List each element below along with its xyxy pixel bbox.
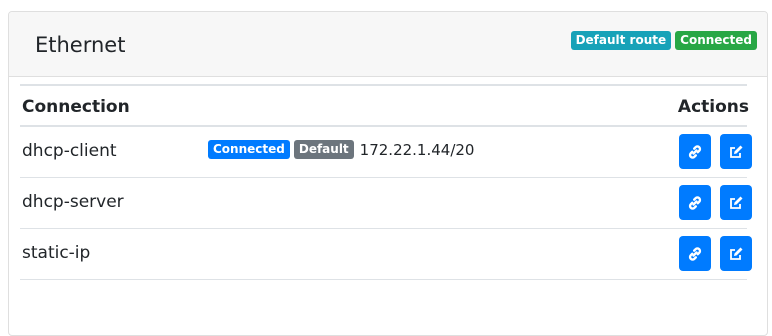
connection-name: dhcp-server — [22, 192, 124, 212]
connection-column-header: Connection — [22, 97, 130, 117]
link-icon — [687, 195, 703, 211]
connection-name: static-ip — [22, 243, 91, 263]
activate-connection-button[interactable] — [679, 185, 711, 220]
connections-table: Connection Actions dhcp-client Connected… — [20, 84, 752, 280]
connection-status: Connected Default 172.22.1.44/20 — [208, 140, 474, 159]
row-actions — [679, 185, 752, 220]
edit-connection-button[interactable] — [720, 236, 752, 271]
default-status-badge: Default — [293, 140, 354, 159]
card-header: Ethernet Default route Connected — [9, 12, 767, 77]
edit-icon — [728, 246, 744, 262]
connected-badge: Connected — [675, 31, 757, 50]
row-actions — [679, 236, 752, 271]
table-header: Connection Actions — [20, 84, 749, 127]
activate-connection-button[interactable] — [679, 236, 711, 271]
table-row: dhcp-server — [20, 178, 752, 229]
table-row: dhcp-client Connected Default 172.22.1.4… — [20, 127, 752, 178]
edit-connection-button[interactable] — [720, 134, 752, 169]
header-badges: Default route Connected — [570, 31, 757, 50]
connection-name: dhcp-client — [22, 141, 117, 161]
edit-icon — [728, 195, 744, 211]
edit-connection-button[interactable] — [720, 185, 752, 220]
ip-address: 172.22.1.44/20 — [359, 140, 475, 159]
table-row: static-ip — [20, 229, 752, 280]
actions-column-header: Actions — [677, 97, 749, 117]
link-icon — [687, 246, 703, 262]
link-icon — [687, 144, 703, 160]
default-route-badge: Default route — [570, 31, 672, 50]
edit-icon — [728, 144, 744, 160]
connected-status-badge: Connected — [208, 140, 290, 159]
card-title: Ethernet — [35, 33, 126, 57]
row-actions — [679, 134, 752, 169]
activate-connection-button[interactable] — [679, 134, 711, 169]
